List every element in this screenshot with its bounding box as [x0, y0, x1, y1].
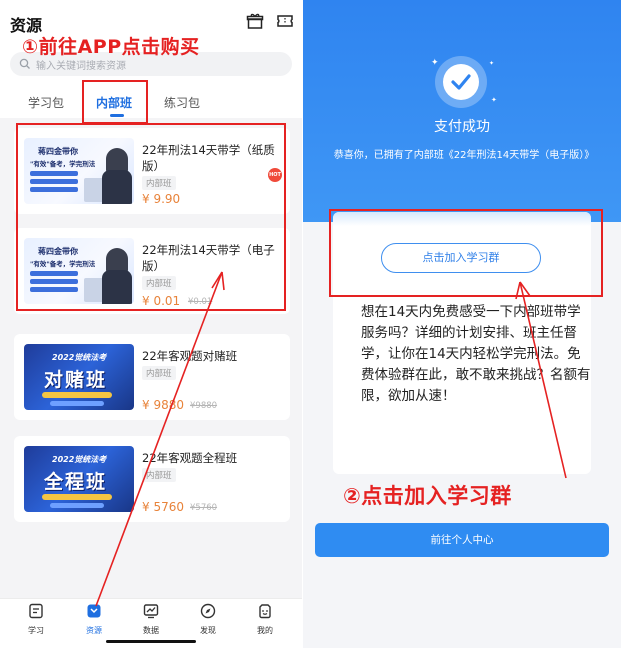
product-card[interactable]: 2022觉统法考 对赌班 22年客观题对赌班 内部班 ¥ 9880 ¥9880 — [14, 334, 290, 420]
book-icon — [29, 603, 43, 619]
product-thumbnail: 2022觉统法考 全程班 — [24, 446, 134, 512]
category-tabs: 学习包 内部班 练习包 — [0, 88, 302, 118]
thumbnail-text: 蒋四金带你 — [38, 247, 78, 256]
product-title: 22年客观题对赌班 — [142, 349, 238, 363]
resources-screen: 资源 输入关键词搜索资源 ①前往APP点击购买 学习包 内部班 练习包 蒋四金带… — [0, 0, 302, 648]
thumbnail-text: 全程班 — [44, 471, 108, 493]
tabbar-item-resources[interactable]: 资源 — [74, 603, 114, 636]
tab-practice-pack[interactable]: 练习包 — [164, 94, 200, 111]
tabbar-label: 发现 — [200, 626, 216, 635]
payment-description: 恭喜你，已拥有了内部班《22年刑法14天带学（电子版）》 — [333, 150, 595, 161]
product-price: ¥ 0.01 — [142, 294, 181, 308]
join-study-group-button[interactable]: 点击加入学习群 — [381, 243, 541, 273]
active-tab-indicator — [110, 114, 124, 117]
thumbnail-text: 2022觉统法考 — [52, 353, 107, 362]
annotation-step-2: ②点击加入学习群 — [343, 484, 512, 508]
thumbnail-text: "有效"备考，学完刑法 — [30, 260, 96, 268]
tabbar-label: 学习 — [28, 626, 44, 635]
annotation-step-1: ①前往APP点击购买 — [22, 36, 200, 58]
compass-icon — [200, 603, 216, 619]
payment-success-screen: ✦ ✦ ✦ 支付成功 恭喜你，已拥有了内部班《22年刑法14天带学（电子版）》 … — [303, 0, 621, 648]
header: 资源 输入关键词搜索资源 ①前往APP点击购买 — [0, 0, 302, 88]
tabbar-item-study[interactable]: 学习 — [16, 603, 56, 636]
tabbar-item-data[interactable]: 数据 — [131, 603, 171, 636]
success-banner: ✦ ✦ ✦ 支付成功 恭喜你，已拥有了内部班《22年刑法14天带学（电子版）》 — [303, 0, 621, 222]
thumbnail-text: "有效"备考，学完刑法 — [30, 160, 96, 168]
product-title: 22年客观题全程班 — [142, 451, 238, 465]
thumbnail-text: 对赌班 — [44, 369, 108, 391]
tab-internal-class[interactable]: 内部班 — [96, 94, 132, 111]
product-title: 22年刑法14天带学（电子版） — [142, 243, 275, 273]
product-tag: 内部班 — [142, 468, 176, 482]
sparkle-icon: ✦ — [489, 60, 495, 67]
sparkle-icon: ✦ — [431, 58, 439, 68]
chart-icon — [143, 604, 159, 619]
original-price: ¥9880 — [190, 401, 218, 411]
tab-study-pack[interactable]: 学习包 — [28, 94, 64, 111]
study-group-description: 想在14天内免费感受一下内部班带学服务吗？详细的计划安排、班主任督学，让你在14… — [361, 304, 591, 404]
product-card[interactable]: 蒋四金带你 "有效"备考，学完刑法 22年刑法14天带学（纸质版） 内部班 ¥ … — [14, 128, 290, 214]
resource-icon — [87, 604, 101, 618]
product-card[interactable]: 2022觉统法考 全程班 22年客观题全程班 内部班 ¥ 5760 ¥5760 — [14, 436, 290, 522]
sparkle-icon: ✦ — [491, 96, 497, 104]
original-price: ¥5760 — [190, 503, 218, 513]
hot-badge: HOT — [268, 168, 282, 182]
tabbar-item-profile[interactable]: 我的 — [245, 603, 285, 636]
profile-icon — [259, 604, 271, 619]
home-indicator — [106, 640, 196, 643]
original-price: ¥0.01 — [188, 297, 213, 307]
tabbar-label: 我的 — [257, 626, 273, 635]
go-to-profile-button[interactable]: 前往个人中心 — [315, 523, 609, 557]
payment-success-title: 支付成功 — [434, 119, 490, 135]
success-check-icon — [435, 56, 487, 108]
product-thumbnail: 2022觉统法考 对赌班 — [24, 344, 134, 410]
product-tag: 内部班 — [142, 276, 176, 290]
panel-header-strip — [333, 212, 591, 226]
product-thumbnail: 蒋四金带你 "有效"备考，学完刑法 — [24, 238, 134, 304]
tabbar-label: 数据 — [143, 626, 159, 635]
ticket-icon[interactable] — [276, 12, 294, 30]
product-tag: 内部班 — [142, 176, 176, 190]
search-placeholder: 输入关键词搜索资源 — [36, 61, 126, 72]
product-tag: 内部班 — [142, 366, 176, 380]
product-price: ¥ 9.90 — [142, 192, 181, 206]
search-icon — [19, 58, 30, 69]
tabbar-label: 资源 — [86, 626, 102, 635]
gift-icon[interactable] — [246, 12, 264, 30]
thumbnail-text: 蒋四金带你 — [38, 147, 78, 156]
product-thumbnail: 蒋四金带你 "有效"备考，学完刑法 — [24, 138, 134, 204]
product-price: ¥ 9880 — [142, 398, 184, 412]
tabbar-item-discover[interactable]: 发现 — [188, 603, 228, 636]
product-title: 22年刑法14天带学（纸质版） — [142, 143, 275, 173]
product-price: ¥ 5760 — [142, 500, 184, 514]
product-card[interactable]: 蒋四金带你 "有效"备考，学完刑法 22年刑法14天带学（电子版） 内部班 ¥ … — [14, 228, 290, 314]
thumbnail-text: 2022觉统法考 — [52, 455, 107, 464]
